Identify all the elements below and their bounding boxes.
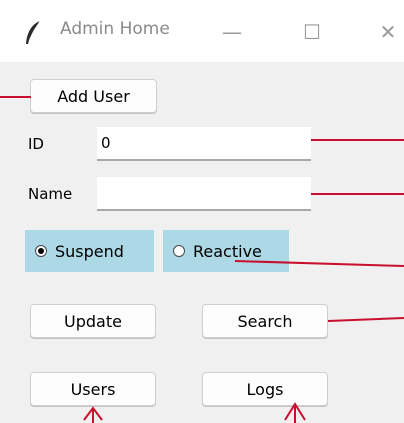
logs-button[interactable]: Logs bbox=[202, 372, 328, 406]
suspend-radio[interactable]: Suspend bbox=[25, 230, 154, 272]
name-field[interactable] bbox=[97, 177, 311, 211]
suspend-radio-label: Suspend bbox=[55, 241, 124, 261]
title-bar[interactable]: Admin Home — ☐ ✕ bbox=[0, 0, 404, 62]
id-field[interactable]: 0 bbox=[97, 127, 311, 161]
maximize-button[interactable]: ☐ bbox=[292, 14, 332, 50]
reactive-radio[interactable]: Reactive bbox=[163, 230, 289, 272]
title-bar-edge bbox=[368, 56, 404, 62]
radio-unchecked-icon bbox=[173, 245, 185, 257]
users-button[interactable]: Users bbox=[30, 372, 156, 406]
name-label: Name bbox=[28, 185, 73, 203]
add-user-button[interactable]: Add User bbox=[30, 79, 157, 113]
id-label: ID bbox=[28, 135, 44, 153]
feather-icon bbox=[24, 20, 42, 46]
minimize-button[interactable]: — bbox=[212, 14, 252, 50]
update-button[interactable]: Update bbox=[30, 304, 156, 338]
window-title: Admin Home bbox=[60, 19, 170, 39]
radio-checked-icon bbox=[35, 245, 47, 257]
close-button[interactable]: ✕ bbox=[368, 14, 404, 50]
search-button[interactable]: Search bbox=[202, 304, 328, 338]
admin-home-window: Admin Home — ☐ ✕ Add User ID 0 Name Susp… bbox=[0, 0, 404, 423]
reactive-radio-label: Reactive bbox=[193, 241, 262, 261]
